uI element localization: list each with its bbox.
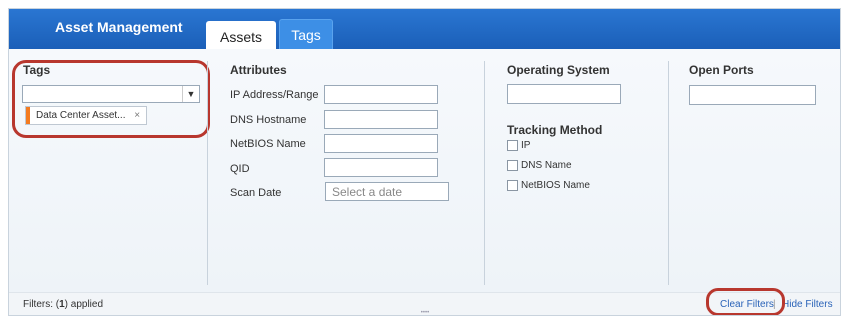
os-field[interactable]	[507, 84, 621, 104]
tracking-dns-checkbox[interactable]	[507, 160, 518, 171]
filters-panel: Tags ▼ Data Center Asset... × Attributes…	[9, 49, 840, 292]
tracking-netbios-label: NetBIOS Name	[521, 180, 590, 192]
scan-date-label: Scan Date	[230, 187, 282, 199]
clear-filters-highlight-annotation	[706, 288, 785, 315]
tracking-netbios-checkbox[interactable]	[507, 180, 518, 191]
filters-suffix: ) applied	[64, 299, 104, 310]
scan-date-field[interactable]: Select a date	[325, 182, 449, 201]
dns-hostname-field[interactable]	[324, 110, 438, 129]
tracking-dns-option[interactable]: DNS Name	[507, 160, 572, 172]
tab-tags[interactable]: Tags	[279, 19, 333, 50]
column-divider	[668, 61, 669, 285]
ip-address-label: IP Address/Range	[230, 89, 319, 101]
tags-highlight-annotation	[12, 60, 210, 138]
attributes-heading: Attributes	[230, 63, 287, 77]
open-ports-heading: Open Ports	[689, 63, 754, 77]
filters-prefix: Filters: (	[23, 299, 60, 310]
tracking-dns-label: DNS Name	[521, 160, 572, 172]
column-divider	[484, 61, 485, 285]
tracking-ip-checkbox[interactable]	[507, 140, 518, 151]
filters-status: Filters: (1) applied	[23, 299, 103, 310]
dns-hostname-label: DNS Hostname	[230, 114, 307, 126]
column-divider	[207, 61, 208, 285]
tracking-ip-option[interactable]: IP	[507, 140, 530, 152]
app-title: Asset Management	[55, 19, 183, 35]
tracking-method-heading: Tracking Method	[507, 123, 603, 137]
resize-grip-icon[interactable]: ••••	[413, 310, 437, 315]
ip-address-field[interactable]	[324, 85, 438, 104]
netbios-name-label: NetBIOS Name	[230, 138, 306, 150]
hide-filters-link[interactable]: Hide Filters	[782, 299, 833, 310]
os-heading: Operating System	[507, 63, 610, 77]
tracking-netbios-option[interactable]: NetBIOS Name	[507, 180, 590, 192]
tab-assets[interactable]: Assets	[206, 21, 276, 49]
app-header: Asset Management Assets Tags	[9, 9, 840, 50]
asset-filter-window: Asset Management Assets Tags Tags ▼ Data…	[8, 8, 841, 316]
qid-label: QID	[230, 163, 250, 175]
open-ports-field[interactable]	[689, 85, 816, 105]
qid-field[interactable]	[324, 158, 438, 177]
netbios-name-field[interactable]	[324, 134, 438, 153]
tracking-ip-label: IP	[521, 140, 531, 152]
